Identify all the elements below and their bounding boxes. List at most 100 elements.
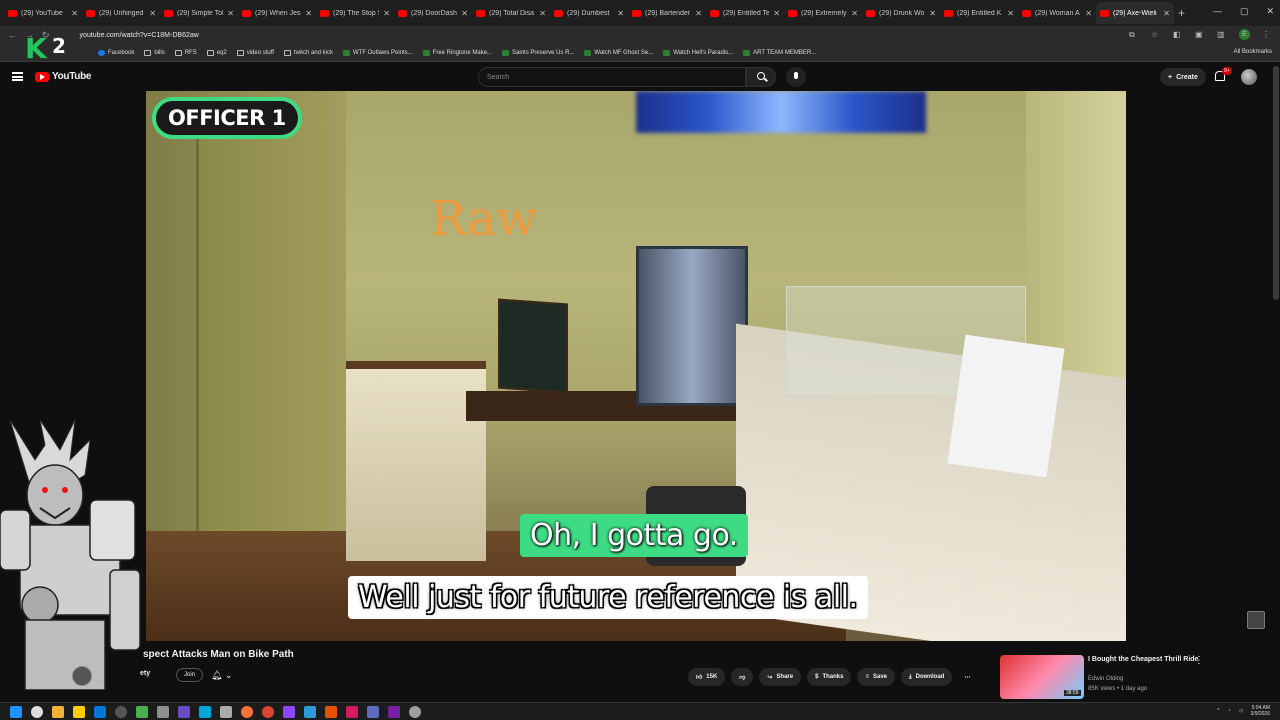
join-button[interactable]: Join — [176, 668, 204, 682]
bookmark-star-icon[interactable]: ☆ — [1151, 30, 1161, 40]
close-tab-icon[interactable]: ✕ — [383, 9, 390, 18]
browser-tab[interactable]: (29) Extremely ✕ — [784, 2, 862, 24]
app-icon-pink[interactable] — [346, 706, 358, 718]
close-tab-icon[interactable]: ✕ — [1163, 9, 1170, 18]
bookmark-item[interactable]: bills — [144, 49, 165, 56]
extension-icon[interactable]: ◧ — [1173, 30, 1183, 40]
close-tab-icon[interactable]: ✕ — [929, 9, 936, 18]
close-tab-icon[interactable]: ✕ — [695, 9, 702, 18]
browser-tab[interactable]: (29) Axe-Wieli ✕ — [1096, 2, 1174, 24]
browser-tab[interactable]: (29) Drunk Wo ✕ — [862, 2, 940, 24]
channel-watermark-icon[interactable] — [1247, 611, 1265, 629]
hamburger-menu-icon[interactable] — [12, 72, 23, 81]
browser-tab[interactable]: (29) Dumbest ✕ — [550, 2, 628, 24]
recommended-video[interactable]: 38:59 I Bought the Cheapest Thrill Ride … — [1000, 655, 1270, 700]
bookmark-item[interactable]: video stuff — [236, 49, 274, 56]
channel-avatar[interactable] — [72, 666, 92, 686]
twitch-icon[interactable] — [283, 706, 295, 718]
share-button[interactable]: ↪ Share — [759, 668, 802, 686]
download-button[interactable]: ⤓ Download — [901, 668, 953, 686]
new-tab-icon[interactable]: + — [1178, 6, 1185, 20]
bookmark-item[interactable]: ART TEAM MEMBER... — [743, 49, 816, 56]
browser-tab[interactable]: (29) Total Disa ✕ — [472, 2, 550, 24]
browser-tab[interactable]: (29) The Stop S ✕ — [316, 2, 394, 24]
page-scrollbar[interactable] — [1273, 66, 1279, 300]
browser-tab[interactable]: (29) Bartender ✕ — [628, 2, 706, 24]
more-actions-icon[interactable]: ⋯ — [958, 668, 976, 686]
youtube-logo[interactable]: YouTube — [35, 71, 92, 82]
taskbar-search-icon[interactable] — [31, 706, 43, 718]
subscribe-bell-icon[interactable]: 🔔︎ ⌄ — [211, 670, 232, 681]
chrome-icon[interactable] — [262, 706, 274, 718]
mail-icon[interactable] — [94, 706, 106, 718]
volume-icon[interactable]: ◁ — [1239, 708, 1243, 714]
account-avatar[interactable] — [1241, 69, 1257, 85]
maximize-icon[interactable]: ▢ — [1240, 6, 1249, 17]
bookmark-item[interactable]: Watch Hell's Paradis... — [663, 49, 733, 56]
recommended-title[interactable]: I Bought the Cheapest Thrill Ride — [1088, 655, 1258, 664]
close-tab-icon[interactable]: ✕ — [71, 9, 78, 18]
close-tab-icon[interactable]: ✕ — [773, 9, 780, 18]
close-tab-icon[interactable]: ✕ — [539, 9, 546, 18]
browser-tab[interactable]: (29) Entitled K ✕ — [940, 2, 1018, 24]
bookmark-item[interactable]: RFS — [174, 49, 197, 56]
bookmark-item[interactable]: Facebook — [98, 49, 134, 56]
bookmark-item[interactable]: Saints Preserve Us R... — [502, 49, 574, 56]
browser-tab[interactable]: (29) YouTube ✕ — [4, 2, 82, 24]
firefox-icon[interactable] — [241, 706, 253, 718]
close-tab-icon[interactable]: ✕ — [851, 9, 858, 18]
browser-tab[interactable]: (29) DoorDash ✕ — [394, 2, 472, 24]
edge-icon[interactable] — [304, 706, 316, 718]
search-input[interactable]: Search — [478, 67, 746, 87]
voice-search-icon[interactable] — [786, 67, 806, 87]
channel-name[interactable]: ety — [140, 670, 150, 677]
back-icon[interactable]: ← — [8, 30, 17, 40]
close-tab-icon[interactable]: ✕ — [461, 9, 468, 18]
browser-tab[interactable]: (29) Simple Tol ✕ — [160, 2, 238, 24]
file-explorer-icon[interactable] — [52, 706, 64, 718]
save-button[interactable]: ≡ Save — [857, 668, 895, 686]
bookmark-item[interactable]: Free Ringtone Make... — [422, 49, 492, 56]
sticky-notes-icon[interactable] — [73, 706, 85, 718]
bookmark-item[interactable]: Watch MF Ghost Se... — [584, 49, 653, 56]
steam-icon[interactable] — [157, 706, 169, 718]
browser-tab[interactable]: (29) When Jesi ✕ — [238, 2, 316, 24]
thanks-button[interactable]: $ Thanks — [807, 668, 852, 686]
app-icon-purple[interactable] — [178, 706, 190, 718]
bookmark-item[interactable]: eq2 — [206, 49, 227, 56]
create-button[interactable]: + Create — [1160, 68, 1206, 86]
app-icon-gray[interactable] — [220, 706, 232, 718]
like-button[interactable]: 👍︎ 15K — [688, 668, 726, 686]
video-player[interactable]: OFFICER 1 Raw Oh, I gotta go. Well just … — [146, 91, 1126, 641]
close-tab-icon[interactable]: ✕ — [617, 9, 624, 18]
search-button[interactable] — [746, 67, 776, 87]
close-tab-icon[interactable]: ✕ — [1085, 9, 1092, 18]
extensions-icon[interactable]: ▣ — [1195, 30, 1205, 40]
url-field[interactable]: youtube.com/watch?v=C18M-DB62aw — [80, 32, 199, 39]
taskbar-clock[interactable]: 5:04 AM 3/9/2026 — [1251, 705, 1270, 717]
browser-tab[interactable]: (29) Woman A ✕ — [1018, 2, 1096, 24]
browser-tab[interactable]: (29) Unhinged ✕ — [82, 2, 160, 24]
close-tab-icon[interactable]: ✕ — [305, 9, 312, 18]
close-tab-icon[interactable]: ✕ — [227, 9, 234, 18]
app-icon-green[interactable] — [136, 706, 148, 718]
minimize-icon[interactable]: — — [1213, 6, 1222, 17]
tray-chevron-icon[interactable]: ^ — [1217, 708, 1219, 714]
recommended-more-icon[interactable]: ⋮ — [1194, 655, 1204, 666]
install-icon[interactable]: ⧉ — [1129, 30, 1139, 40]
app-icon-violet[interactable] — [388, 706, 400, 718]
bookmark-item[interactable]: WTF Outlaws Points... — [342, 49, 413, 56]
close-tab-icon[interactable]: ✕ — [149, 9, 156, 18]
browser-tab[interactable]: (29) Entitled Te ✕ — [706, 2, 784, 24]
close-window-icon[interactable]: ✕ — [1266, 6, 1274, 17]
bookmark-item[interactable]: twitch and kick — [283, 49, 333, 56]
sidebar-icon[interactable]: ▥ — [1217, 30, 1227, 40]
app-icon-gear[interactable] — [409, 706, 421, 718]
settings-icon[interactable] — [115, 706, 127, 718]
windows-start-icon[interactable] — [10, 706, 22, 718]
app-icon-cyan[interactable] — [199, 706, 211, 718]
profile-avatar[interactable]: E — [1239, 29, 1250, 40]
network-icon[interactable]: ◔ — [1228, 708, 1231, 714]
browser-menu-icon[interactable]: ⋮ — [1262, 30, 1272, 40]
close-tab-icon[interactable]: ✕ — [1007, 9, 1014, 18]
